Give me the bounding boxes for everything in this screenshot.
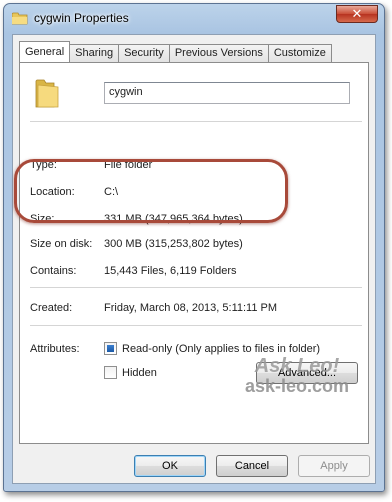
hidden-checkbox[interactable]	[104, 366, 117, 379]
properties-window: cygwin Properties ✕ General Sharing Secu…	[3, 3, 385, 492]
tab-previous-versions[interactable]: Previous Versions	[169, 44, 269, 62]
tab-sharing[interactable]: Sharing	[70, 44, 120, 62]
tab-general[interactable]: General	[19, 41, 71, 62]
folder-name-input[interactable]: cygwin	[104, 82, 350, 104]
created-label: Created:	[30, 302, 73, 314]
tab-strip: General Sharing Security Previous Versio…	[19, 41, 332, 63]
window-title: cygwin Properties	[34, 11, 129, 25]
attributes-label: Attributes:	[30, 343, 80, 355]
created-value: Friday, March 08, 2013, 5:11:11 PM	[104, 302, 278, 314]
ok-button[interactable]: OK	[134, 455, 206, 477]
ask-leo-watermark: Ask Leo! ask-leo.com	[232, 355, 362, 397]
size-on-disk-label: Size on disk:	[30, 238, 93, 250]
dialog-panel: General Sharing Security Previous Versio…	[12, 34, 376, 484]
watermark-brand: Ask Leo!	[254, 355, 340, 377]
readonly-checkbox[interactable]	[104, 342, 117, 355]
apply-button[interactable]: Apply	[298, 455, 370, 477]
hidden-label: Hidden	[122, 367, 157, 379]
close-button[interactable]: ✕	[336, 5, 378, 23]
tab-customize[interactable]: Customize	[268, 44, 332, 62]
readonly-label: Read-only (Only applies to files in fold…	[122, 343, 321, 355]
close-icon: ✕	[351, 6, 363, 21]
cancel-button[interactable]: Cancel	[216, 455, 288, 477]
folder-icon	[35, 79, 59, 108]
size-highlight-ring	[14, 159, 288, 223]
size-on-disk-value: 300 MB (315,253,802 bytes)	[104, 238, 243, 250]
watermark-url: ask-leo.com	[244, 376, 350, 396]
contains-value: 15,443 Files, 6,119 Folders	[104, 265, 237, 277]
separator	[30, 121, 362, 122]
folder-icon	[12, 12, 28, 25]
title-bar[interactable]: cygwin Properties ✕	[4, 4, 384, 34]
tab-security[interactable]: Security	[119, 44, 170, 62]
separator	[30, 325, 362, 326]
separator	[30, 287, 362, 288]
contains-label: Contains:	[30, 265, 77, 277]
